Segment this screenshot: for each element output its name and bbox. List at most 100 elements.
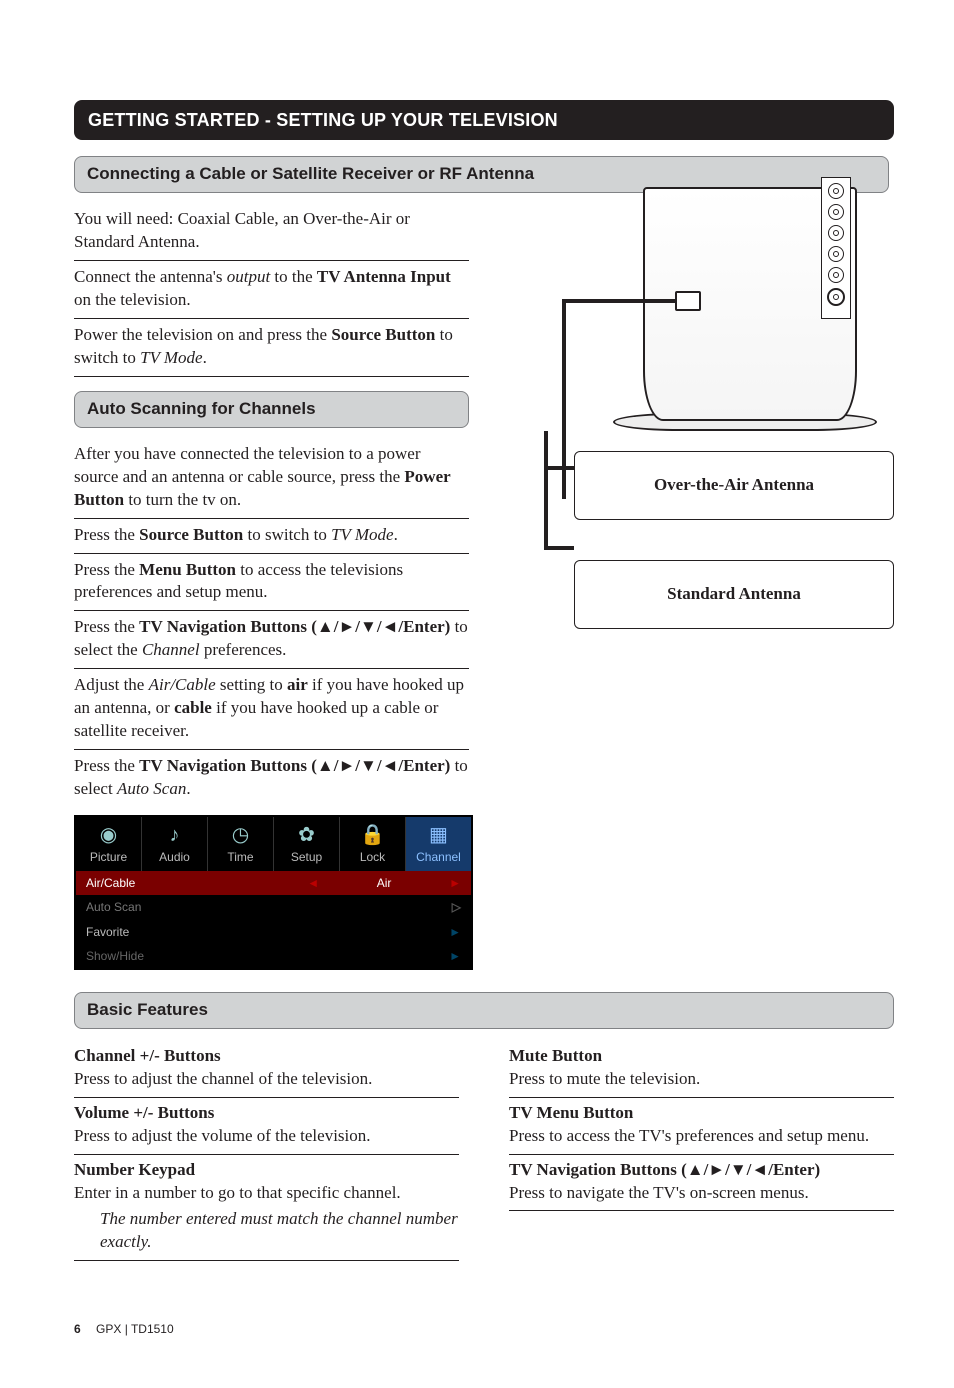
scan-step-5: Adjust the Air/Cable setting to air if y… [74,669,469,750]
feature-title: Number Keypad [74,1159,459,1182]
text: Adjust the [74,675,149,694]
port-icon [828,204,844,220]
subhead-basic-features: Basic Features [74,992,894,1029]
feature-title: Volume +/- Buttons [74,1102,459,1125]
text-italic: TV Mode [140,348,203,367]
feature-desc: Press to access the TV's preferences and… [509,1125,894,1148]
tv-diagram [517,171,877,441]
menu-row-showhide: Show/Hide ► [76,944,471,968]
connect-step-2: Connect the antenna's output to the TV A… [74,261,469,319]
audio-icon: ♪ [142,821,207,849]
tab-label: Lock [360,850,385,864]
feature-volume-buttons: Volume +/- Buttons Press to adjust the v… [74,1098,459,1155]
tab-label: Setup [291,850,322,864]
feature-desc: Press to mute the television. [509,1068,894,1091]
text: to the [270,267,317,286]
text-italic: Air/Cable [149,675,216,694]
scan-step-2: Press the Source Button to switch to TV … [74,519,469,554]
tab-label: Channel [416,850,461,864]
feature-title: Channel +/- Buttons [74,1045,459,1068]
text: Power the television on and press the [74,325,331,344]
arrow-left-icon: ◄ [307,875,319,891]
text: . [394,525,398,544]
time-icon: ◷ [208,821,273,849]
feature-number-keypad: Number Keypad Enter in a number to go to… [74,1155,459,1262]
text-bold: Menu Button [139,560,236,579]
antenna-box-standard: Standard Antenna [574,560,894,629]
text: to turn the tv on. [124,490,241,509]
text-italic: output [227,267,270,286]
picture-icon: ◉ [76,821,141,849]
text: Press the [74,525,139,544]
antenna-port-icon [827,288,845,306]
tab-label: Time [227,850,253,864]
menu-tab-channel: ▦Channel [406,817,471,871]
basic-features-columns: Channel +/- Buttons Press to adjust the … [74,1041,894,1262]
channel-icon: ▦ [406,821,471,849]
section-header: GETTING STARTED - SETTING UP YOUR TELEVI… [74,100,894,140]
arrow-right-icon: ► [449,875,461,891]
text-bold: cable [174,698,212,717]
tv-menu-screenshot: ◉Picture ♪Audio ◷Time ✿Setup 🔒Lock ▦Chan… [74,815,473,970]
feature-desc: Press to navigate the TV's on-screen men… [509,1182,894,1205]
scan-step-4: Press the TV Navigation Buttons (▲/►/▼/◄… [74,611,469,669]
menu-key: Air/Cable [86,875,307,891]
text: Press the [74,617,139,636]
feature-tv-menu-button: TV Menu Button Press to access the TV's … [509,1098,894,1155]
footer-model: GPX | TD1510 [96,1322,174,1336]
menu-tab-audio: ♪Audio [142,817,208,871]
left-column: Connecting a Cable or Satellite Receiver… [74,156,469,970]
text-bold: Source Button [139,525,243,544]
connector-icon [675,291,701,311]
cable-line [544,450,548,550]
right-column: Over-the-Air Antenna Standard Antenna [499,156,894,629]
arrow-right-icon: ▷ [452,899,461,915]
connect-step-1: You will need: Coaxial Cable, an Over-th… [74,203,469,261]
port-icon [828,267,844,283]
text-bold: Source Button [331,325,435,344]
text-bold: TV Navigation Buttons (▲/►/▼/◄/Enter) [139,617,450,636]
text: . [186,779,190,798]
feature-channel-buttons: Channel +/- Buttons Press to adjust the … [74,1041,459,1098]
text: on the television. [74,290,191,309]
text: After you have connected the television … [74,444,420,486]
arrow-right-icon: ► [449,924,461,940]
feature-tv-nav-buttons: TV Navigation Buttons (▲/►/▼/◄/Enter) Pr… [509,1155,894,1212]
text: Connect the antenna's [74,267,227,286]
cable-line [544,466,574,470]
cable-line [544,546,574,550]
text-bold: TV Navigation Buttons (▲/►/▼/◄/Enter) [139,756,450,775]
scan-step-3: Press the Menu Button to access the tele… [74,554,469,612]
connect-step-3: Power the television on and press the So… [74,319,469,377]
scan-step-6: Press the TV Navigation Buttons (▲/►/▼/◄… [74,750,469,807]
text-italic: TV Mode [331,525,394,544]
menu-key: Show/Hide [86,948,319,964]
feature-mute-button: Mute Button Press to mute the television… [509,1041,894,1098]
menu-key: Favorite [86,924,319,940]
page-number: 6 [74,1322,81,1336]
subhead-autoscan: Auto Scanning for Channels [74,391,469,428]
text: Press the [74,560,139,579]
feature-desc: Enter in a number to go to that specific… [74,1182,459,1205]
feature-title: Mute Button [509,1045,894,1068]
text-bold: air [287,675,308,694]
text: Press the [74,756,139,775]
feature-desc: Press to adjust the volume of the televi… [74,1125,459,1148]
feature-title: TV Navigation Buttons (▲/►/▼/◄/Enter) [509,1159,894,1182]
port-icon [828,183,844,199]
basic-left-col: Channel +/- Buttons Press to adjust the … [74,1041,459,1262]
tab-label: Audio [159,850,190,864]
text: to switch to [243,525,331,544]
menu-tab-time: ◷Time [208,817,274,871]
text: preferences. [200,640,287,659]
antenna-box-ota: Over-the-Air Antenna [574,451,894,520]
setup-icon: ✿ [274,821,339,849]
page-footer: 6 GPX | TD1510 [74,1321,894,1337]
tab-label: Picture [90,850,127,864]
feature-desc: Press to adjust the channel of the telev… [74,1068,459,1091]
menu-tab-picture: ◉Picture [76,817,142,871]
menu-tab-lock: 🔒Lock [340,817,406,871]
text-italic: Auto Scan [117,779,186,798]
text: setting to [216,675,287,694]
text-italic: Channel [142,640,200,659]
